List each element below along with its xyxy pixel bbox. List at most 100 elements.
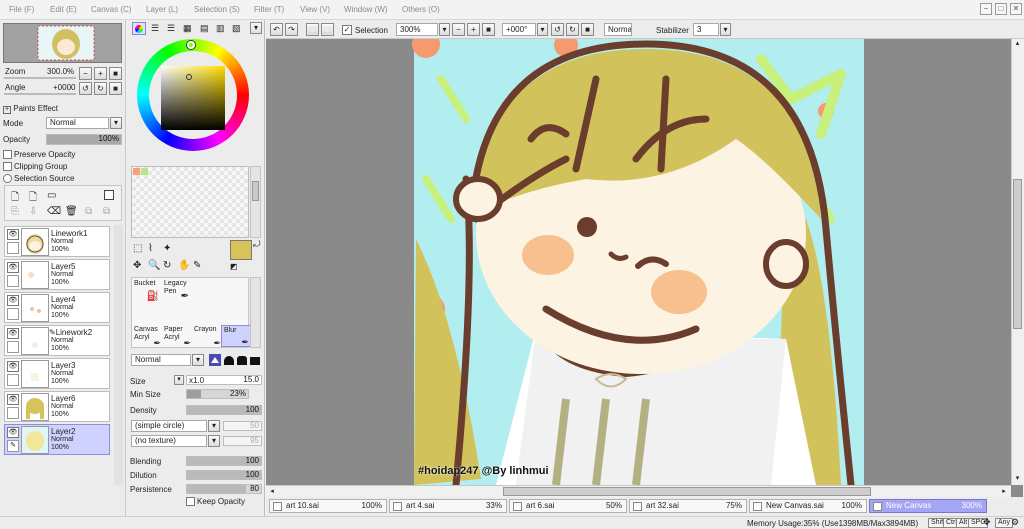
zoom-out-button[interactable]: −: [79, 67, 92, 80]
clipping-group-checkbox[interactable]: [3, 162, 12, 171]
chevron-down-icon[interactable]: ▾: [250, 22, 262, 34]
canvas-area[interactable]: #hoidap247 @By linhmui ▴ ▾ ◂ ▸: [266, 39, 1023, 497]
menu-selection[interactable]: Selection (S): [194, 5, 240, 14]
hue-marker[interactable]: [187, 41, 195, 49]
rotate-reset-button[interactable]: ■: [109, 82, 122, 95]
chevron-down-icon[interactable]: ▾: [208, 420, 220, 432]
zoom-reset-button[interactable]: ■: [109, 67, 122, 80]
layers-scrollbar[interactable]: [114, 225, 123, 485]
zoom-select[interactable]: 300%: [396, 23, 438, 36]
user-color-icon[interactable]: ▥: [216, 23, 225, 34]
zoom-out-button[interactable]: −: [452, 23, 465, 36]
menu-window[interactable]: Window (W): [344, 5, 388, 14]
brush-texture-select[interactable]: (no texture): [131, 435, 207, 447]
zoom-in-button[interactable]: +: [94, 67, 107, 80]
clear-layer-icon[interactable]: ⌫: [47, 206, 61, 217]
transfer-down-icon[interactable]: ⇩: [29, 206, 37, 217]
scroll-right-icon[interactable]: ▸: [999, 487, 1009, 496]
lock-toggle[interactable]: [7, 242, 19, 254]
swatches-icon[interactable]: ▦: [183, 23, 192, 34]
brush-shape-soft[interactable]: [224, 356, 234, 365]
doc-tab[interactable]: art 10.sai 100%: [269, 499, 387, 513]
lasso-icon[interactable]: ⌇: [148, 243, 153, 254]
selection-checkbox[interactable]: ✓: [342, 25, 352, 35]
chevron-down-icon[interactable]: ▾: [208, 435, 220, 447]
rotate-icon[interactable]: ↻: [163, 260, 171, 271]
magic-wand-icon[interactable]: ✦: [163, 243, 171, 254]
doc-tab[interactable]: art 4.sai 33%: [389, 499, 507, 513]
close-button[interactable]: ✕: [1010, 3, 1022, 15]
chevron-down-icon[interactable]: ▾: [192, 354, 204, 366]
doc-tab[interactable]: New Canvas.sai 100%: [749, 499, 867, 513]
chevron-down-icon[interactable]: ▾: [439, 23, 450, 36]
size-slider[interactable]: x1.0 15.0: [186, 375, 262, 385]
swatch-color[interactable]: [133, 168, 140, 175]
layer-item[interactable]: 👁 ✎Linework2 Normal 100%: [4, 325, 110, 356]
artwork[interactable]: [266, 39, 1011, 485]
paints-effect-toggle[interactable]: + Paints Effect: [3, 104, 58, 114]
hsv-slider-icon[interactable]: ☰: [167, 23, 175, 34]
menu-canvas[interactable]: Canvas (C): [91, 5, 131, 14]
new-layer-icon[interactable]: 🗋: [11, 190, 19, 207]
move-icon[interactable]: ✥: [133, 260, 141, 271]
deselect-button[interactable]: ⬚: [306, 23, 319, 36]
brush-shape-select[interactable]: (simple circle): [131, 420, 207, 432]
rotate-reset-button[interactable]: ■: [581, 23, 594, 36]
horizontal-scrollbar[interactable]: ◂ ▸: [266, 485, 1011, 497]
eyedropper-icon[interactable]: ✎: [193, 260, 201, 271]
minimize-button[interactable]: −: [980, 3, 992, 15]
tool-canvas-acryl[interactable]: Canvas Acryl ✒: [132, 325, 162, 348]
hue-ring[interactable]: [137, 39, 249, 151]
menu-file[interactable]: File (F): [9, 5, 34, 14]
tool-legacy-pen[interactable]: Legacy Pen ✒: [162, 279, 192, 302]
lock-toggle[interactable]: [7, 275, 19, 287]
scratchpad-icon[interactable]: ▤: [200, 23, 209, 34]
swatch-scrollbar[interactable]: [250, 166, 261, 238]
redo-button[interactable]: ↷: [285, 23, 298, 36]
shape-strength-slider[interactable]: 50: [223, 421, 262, 431]
layer-item[interactable]: 👁 Layer6 Normal 100%: [4, 391, 110, 422]
lock-toggle[interactable]: [7, 407, 19, 419]
rotate-right-button[interactable]: ↻: [566, 23, 579, 36]
hand-icon[interactable]: ✋: [178, 260, 190, 271]
rotate-right-button[interactable]: ↻: [94, 82, 107, 95]
color-wheel-mode-icon[interactable]: [132, 22, 146, 35]
lock-toggle[interactable]: [7, 374, 19, 386]
scroll-down-icon[interactable]: ▾: [1013, 474, 1022, 484]
eye-icon[interactable]: 👁: [7, 394, 19, 405]
maximize-button[interactable]: □: [995, 3, 1007, 15]
color-marker[interactable]: [186, 74, 192, 80]
delete-layer-icon[interactable]: 🗑: [65, 206, 78, 217]
rect-select-icon[interactable]: ⬚: [133, 243, 142, 254]
scroll-up-icon[interactable]: ▴: [1013, 39, 1022, 49]
angle-select[interactable]: +000°: [502, 23, 536, 36]
tool-blur[interactable]: Blur ✒: [221, 325, 251, 347]
swatch-color[interactable]: [141, 168, 148, 175]
density-slider[interactable]: 100: [186, 405, 262, 415]
tool-grid-scrollbar[interactable]: [250, 277, 261, 348]
copy-layer-icon[interactable]: ⎘: [11, 206, 19, 217]
eye-icon[interactable]: 👁: [7, 328, 19, 339]
layer-item[interactable]: 👁 Linework1 Normal 100%: [4, 226, 110, 257]
eye-icon[interactable]: 👁: [7, 295, 19, 306]
new-vector-layer-icon[interactable]: 🗋: [29, 190, 37, 207]
menu-filter[interactable]: Filter (T): [254, 5, 284, 14]
eye-icon[interactable]: 👁: [7, 361, 19, 372]
angle-slider[interactable]: [4, 93, 76, 95]
layer-item[interactable]: 👁 Layer4 Normal 100%: [4, 292, 110, 323]
lock-toggle[interactable]: [7, 341, 19, 353]
tool-paper-acryl[interactable]: Paper Acryl ✒: [162, 325, 192, 348]
swatch-grid[interactable]: [131, 166, 249, 238]
brush-blend-select[interactable]: Normal: [131, 354, 191, 366]
brush-shape-hard[interactable]: [250, 357, 260, 365]
chevron-down-icon[interactable]: ▾: [720, 23, 731, 36]
eye-icon[interactable]: 👁: [7, 229, 19, 240]
view-mode-select[interactable]: Normal: [604, 23, 632, 36]
palette-icon[interactable]: ▧: [232, 23, 241, 34]
zoom-slider[interactable]: [4, 77, 76, 79]
zoom-in-button[interactable]: +: [467, 23, 480, 36]
dilution-slider[interactable]: 100: [186, 470, 262, 480]
zoom-reset-button[interactable]: ■: [482, 23, 495, 36]
pen-icon[interactable]: ✎: [7, 440, 19, 452]
doc-tab[interactable]: art 6.sai 50%: [509, 499, 627, 513]
